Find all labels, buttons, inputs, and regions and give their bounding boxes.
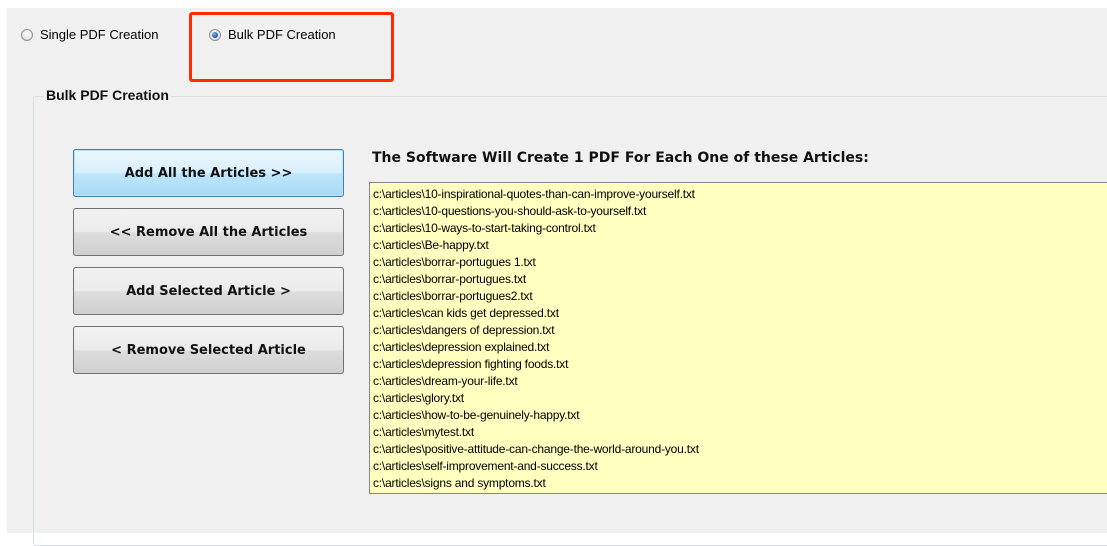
list-item[interactable]: c:\articles\signs and symptoms.txt [370, 475, 1107, 492]
list-item[interactable]: c:\articles\10-inspirational-quotes-than… [370, 186, 1107, 203]
list-item[interactable]: c:\articles\dream-your-life.txt [370, 373, 1107, 390]
list-item[interactable]: c:\articles\10-ways-to-start-taking-cont… [370, 220, 1107, 237]
list-item[interactable]: c:\articles\how-to-be-genuinely-happy.tx… [370, 407, 1107, 424]
single-pdf-radio-circle[interactable] [21, 28, 33, 41]
remove-all-articles-button[interactable]: << Remove All the Articles [73, 208, 344, 256]
bulk-pdf-radio-circle[interactable] [209, 28, 221, 41]
bulk-pdf-radio-label[interactable]: Bulk PDF Creation [228, 27, 336, 42]
single-pdf-radio[interactable]: Single PDF Creation [21, 27, 159, 42]
bulk-group-title: Bulk PDF Creation [44, 87, 171, 103]
list-item[interactable]: c:\articles\10-questions-you-should-ask-… [370, 203, 1107, 220]
articles-listbox[interactable]: c:\articles\10-inspirational-quotes-than… [369, 182, 1107, 494]
list-item[interactable]: c:\articles\depression explained.txt [370, 339, 1107, 356]
list-item[interactable]: c:\articles\self-improvement-and-success… [370, 458, 1107, 475]
list-item[interactable]: c:\articles\glory.txt [370, 390, 1107, 407]
list-item[interactable]: c:\articles\can kids get depressed.txt [370, 305, 1107, 322]
list-item[interactable]: c:\articles\dangers of depression.txt [370, 322, 1107, 339]
list-item[interactable]: c:\articles\borrar-portugues 1.txt [370, 254, 1107, 271]
list-item[interactable]: c:\articles\borrar-portugues.txt [370, 271, 1107, 288]
add-all-articles-button[interactable]: Add All the Articles >> [73, 149, 344, 197]
articles-list-title: The Software Will Create 1 PDF For Each … [372, 150, 869, 166]
remove-selected-article-button[interactable]: < Remove Selected Article [73, 326, 344, 374]
single-pdf-radio-label[interactable]: Single PDF Creation [40, 27, 159, 42]
list-item[interactable]: c:\articles\borrar-portugues2.txt [370, 288, 1107, 305]
bulk-pdf-radio[interactable]: Bulk PDF Creation [209, 27, 336, 42]
add-selected-article-button[interactable]: Add Selected Article > [73, 267, 344, 315]
list-item[interactable]: c:\articles\depression fighting foods.tx… [370, 356, 1107, 373]
list-item[interactable]: c:\articles\Be-happy.txt [370, 237, 1107, 254]
list-item[interactable]: c:\articles\mytest.txt [370, 424, 1107, 441]
list-item[interactable]: c:\articles\positive-attitude-can-change… [370, 441, 1107, 458]
